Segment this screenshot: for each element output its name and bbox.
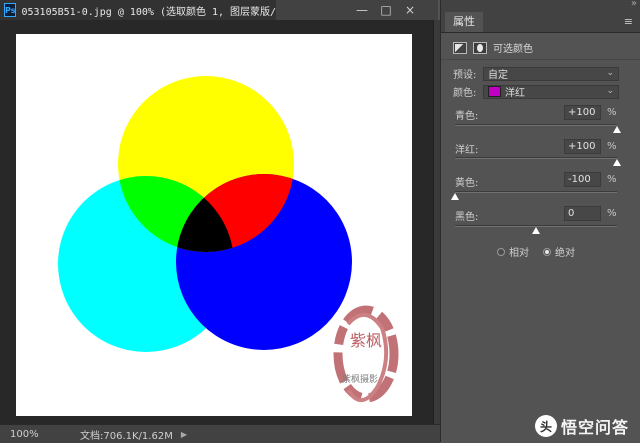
cmy-circles-image: 紫枫 紫枫摄影 <box>58 76 399 403</box>
cyan-unit: % <box>607 107 617 118</box>
status-bar: 100% 文档:706.1K/1.62M ▶ <box>0 424 440 443</box>
colors-row: 颜色: 洋红 ⌄ <box>453 84 619 99</box>
divider <box>441 59 640 60</box>
yellow-unit: % <box>607 174 617 185</box>
seal-stamp: 紫枫 紫枫摄影 <box>333 305 399 403</box>
colors-value: 洋红 <box>505 88 525 99</box>
color-swatch <box>488 86 501 97</box>
preset-label: 预设: <box>453 70 477 81</box>
black-unit: % <box>607 208 617 219</box>
relative-radio[interactable] <box>497 247 505 256</box>
wukong-logo-icon: 头 <box>534 415 557 437</box>
layer-mask-icon[interactable] <box>473 41 487 54</box>
stamp-text-bottom: 紫枫摄影 <box>342 373 378 385</box>
yellow-label: 黄色: <box>455 178 479 189</box>
yellow-slider-track[interactable] <box>451 191 617 200</box>
chevron-down-icon: ⌄ <box>606 85 614 96</box>
cyan-input[interactable]: +100 <box>564 105 601 120</box>
colors-label: 颜色: <box>453 88 477 99</box>
document-size: 文档:706.1K/1.62M <box>80 430 173 442</box>
collapse-panel-icon[interactable]: » <box>631 0 637 9</box>
window-controls: — □ × <box>350 0 422 20</box>
magenta-slider-track[interactable] <box>455 157 621 166</box>
cyan-slider-thumb[interactable] <box>613 126 621 133</box>
absolute-radio[interactable] <box>543 247 551 256</box>
zoom-level[interactable]: 100% <box>0 429 70 440</box>
minimize-icon[interactable]: — <box>350 3 374 17</box>
yellow-input[interactable]: -100 <box>564 172 601 187</box>
document-tab[interactable]: Ps 053105B51-0.jpg @ 100% (选取颜色 1, 图层蒙版/… <box>0 0 309 21</box>
cyan-label: 青色: <box>455 111 479 122</box>
image-canvas[interactable]: 紫枫 紫枫摄影 <box>16 34 412 416</box>
document-title: 053105B51-0.jpg @ 100% (选取颜色 1, 图层蒙版/8) … <box>21 6 301 18</box>
magenta-label: 洋红: <box>455 145 479 156</box>
adjustment-heading: 可选颜色 <box>453 40 533 55</box>
preset-value: 自定 <box>488 70 508 81</box>
black-slider-track[interactable] <box>455 225 617 234</box>
panel-top-strip: » <box>441 0 640 12</box>
photoshop-icon: Ps <box>4 3 17 17</box>
black-input[interactable]: 0 <box>564 206 601 221</box>
panel-header: 属性 ≡ <box>441 12 640 33</box>
preset-select[interactable]: 自定 ⌄ <box>483 66 619 81</box>
restore-icon[interactable]: □ <box>374 3 398 17</box>
adjustment-title: 可选颜色 <box>493 44 533 55</box>
watermark-text: 悟空问答 <box>560 418 629 437</box>
close-window-icon[interactable]: × <box>398 3 422 17</box>
status-menu-arrow-icon[interactable]: ▶ <box>181 430 187 439</box>
black-label: 黑色: <box>455 212 479 223</box>
watermark: 头 悟空问答 <box>534 414 629 438</box>
chevron-down-icon: ⌄ <box>606 67 614 78</box>
method-radio-group: 相对 绝对 <box>497 244 589 259</box>
magenta-input[interactable]: +100 <box>564 139 601 154</box>
properties-panel: » 属性 ≡ 可选颜色 预设: 自定 ⌄ 颜色: 洋红 ⌄ 青色: +100 %… <box>440 0 640 442</box>
colors-select[interactable]: 洋红 ⌄ <box>483 84 619 99</box>
adjustment-layer-icon[interactable] <box>453 41 467 54</box>
canvas-area[interactable]: 紫枫 紫枫摄影 <box>0 20 433 424</box>
magenta-unit: % <box>607 141 617 152</box>
absolute-label: 绝对 <box>555 248 575 259</box>
tab-properties[interactable]: 属性 <box>445 12 483 32</box>
relative-label: 相对 <box>509 248 529 259</box>
relative-option[interactable]: 相对 <box>497 244 529 259</box>
magenta-slider-thumb[interactable] <box>613 159 621 166</box>
cyan-slider-track[interactable] <box>455 124 621 133</box>
yellow-slider-thumb[interactable] <box>451 193 459 200</box>
panel-menu-icon[interactable]: ≡ <box>624 15 633 28</box>
absolute-option[interactable]: 绝对 <box>543 244 575 259</box>
preset-row: 预设: 自定 ⌄ <box>453 66 619 81</box>
stamp-text-top: 紫枫 <box>350 331 382 350</box>
black-slider-thumb[interactable] <box>532 227 540 234</box>
